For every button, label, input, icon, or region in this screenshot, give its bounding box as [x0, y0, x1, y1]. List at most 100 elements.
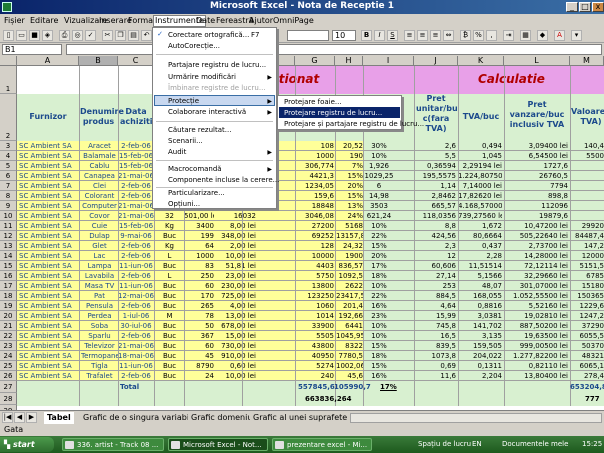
toolbar-options-icon[interactable]: ▾ [571, 30, 582, 41]
col-header-m[interactable]: M [570, 56, 604, 66]
tray-documents[interactable]: Documentele mele [502, 440, 568, 448]
open-icon[interactable]: ▭ [16, 30, 27, 41]
row-header[interactable]: 12 [0, 231, 17, 241]
row-header[interactable]: 21 [0, 321, 17, 331]
row-header[interactable]: 10 [0, 211, 17, 221]
menu-omnipage[interactable]: OmniPage [273, 16, 314, 25]
undo-icon[interactable]: ↶ [141, 30, 152, 41]
currency-icon[interactable]: ₿ [460, 30, 471, 41]
menu-item-spelling[interactable]: Corectare ortografică... [168, 30, 249, 40]
row-header[interactable]: 17 [0, 281, 17, 291]
task-powerpoint[interactable]: prezentare excel - Mi... [272, 438, 372, 451]
row-header[interactable]: 27 [0, 381, 17, 393]
align-left-icon[interactable]: ≡ [404, 30, 415, 41]
menu-item-protection[interactable]: Protecție [168, 96, 199, 106]
row-header[interactable]: 19 [0, 301, 17, 311]
prev-sheet-icon[interactable]: ◀ [14, 412, 25, 423]
row-header[interactable]: 18 [0, 291, 17, 301]
font-name-select[interactable] [287, 30, 329, 41]
horizontal-scrollbar[interactable] [350, 413, 602, 423]
first-sheet-icon[interactable]: |◀ [2, 412, 13, 423]
minimize-button[interactable]: _ [566, 2, 578, 12]
indent-icon[interactable]: ⇥ [503, 30, 514, 41]
menu-format[interactable]: Format [128, 16, 156, 25]
close-button[interactable]: x [592, 2, 604, 12]
row-header[interactable]: 11 [0, 221, 17, 231]
cut-icon[interactable]: ✂ [102, 30, 113, 41]
row-header[interactable]: 1 [0, 66, 17, 94]
tray-language[interactable]: EN [472, 440, 482, 448]
underline-button[interactable]: S [387, 30, 398, 41]
menu-item-track-changes[interactable]: Urmărire modificări [168, 72, 236, 82]
row-header[interactable]: 14 [0, 251, 17, 261]
menu-item-macro[interactable]: Macrocomandă [168, 164, 222, 174]
select-all-corner[interactable] [0, 56, 17, 66]
submenu-protect-sheet[interactable]: Protejare foaie... [284, 97, 342, 107]
col-header-c[interactable]: C [118, 56, 154, 66]
row-header[interactable]: 4 [0, 151, 17, 161]
col-header-i[interactable]: I [363, 56, 414, 66]
row-header[interactable]: 23 [0, 341, 17, 351]
row-header[interactable]: 3 [0, 141, 17, 151]
menu-item-autocorrect[interactable]: AutoCorecție... [168, 41, 220, 51]
menu-file[interactable]: Fișier [4, 16, 25, 25]
paste-icon[interactable]: ▤ [128, 30, 139, 41]
row-header[interactable]: 9 [0, 201, 17, 211]
menu-item-audit[interactable]: Audit [168, 147, 186, 157]
menu-item-share[interactable]: Partajare registru de lucru... [168, 60, 266, 70]
spelling-icon[interactable]: ✓ [85, 30, 96, 41]
row-header[interactable]: 5 [0, 161, 17, 171]
percent-icon[interactable]: % [473, 30, 484, 41]
col-header-l[interactable]: L [504, 56, 570, 66]
col-header-a[interactable]: A [17, 56, 79, 66]
borders-icon[interactable]: ▦ [520, 30, 531, 41]
menu-item-goal-seek[interactable]: Căutare rezultat... [168, 125, 231, 135]
tray-workspace[interactable]: Spațiu de lucru [418, 440, 471, 448]
row-header[interactable]: 25 [0, 361, 17, 371]
menu-item-merge-workbooks[interactable]: Îmbinare registre de lucru... [168, 83, 266, 93]
next-sheet-icon[interactable]: ▶ [26, 412, 37, 423]
row-header[interactable]: 2 [0, 94, 17, 141]
col-header-g[interactable]: G [295, 56, 335, 66]
col-header-j[interactable]: J [414, 56, 458, 66]
menu-window[interactable]: Fereastră [216, 16, 254, 25]
bold-button[interactable]: B [361, 30, 372, 41]
font-color-icon[interactable]: A [554, 30, 565, 41]
row-header[interactable]: 28 [0, 393, 17, 405]
task-excel[interactable]: Microsoft Excel - Not... [168, 438, 268, 451]
row-header[interactable]: 26 [0, 371, 17, 381]
menu-help[interactable]: Ajutor [249, 16, 273, 25]
tab-grafic-variabila[interactable]: Grafic de o singura variabila [80, 412, 200, 424]
menu-item-collaboration[interactable]: Colaborare interactivă [168, 107, 246, 117]
task-winamp[interactable]: 336. artist - Track 08 ... [62, 438, 164, 451]
row-header[interactable]: 13 [0, 241, 17, 251]
font-size-select[interactable]: 10 [332, 30, 356, 41]
row-header[interactable]: 7 [0, 181, 17, 191]
italic-button[interactable]: I [374, 30, 385, 41]
align-center-icon[interactable]: ≡ [417, 30, 428, 41]
menu-insert[interactable]: Inserare [99, 16, 132, 25]
col-header-h[interactable]: H [335, 56, 363, 66]
permission-icon[interactable]: ◈ [42, 30, 53, 41]
merge-center-icon[interactable]: ⇔ [443, 30, 454, 41]
row-header[interactable]: 15 [0, 261, 17, 271]
row-header[interactable]: 20 [0, 311, 17, 321]
submenu-protect-workbook[interactable]: Protejare registru de lucru... [284, 108, 382, 118]
preview-icon[interactable]: ◎ [72, 30, 83, 41]
save-icon[interactable]: ■ [29, 30, 40, 41]
print-icon[interactable]: ⎙ [59, 30, 70, 41]
row-header[interactable]: 8 [0, 191, 17, 201]
comma-icon[interactable]: , [486, 30, 497, 41]
maximize-button[interactable]: □ [579, 2, 591, 12]
row-header[interactable]: 16 [0, 271, 17, 281]
tab-tabel[interactable]: Tabel [44, 412, 74, 424]
menu-item-customize[interactable]: Particularizare... [168, 188, 225, 198]
row-header[interactable]: 6 [0, 171, 17, 181]
fill-color-icon[interactable]: ◆ [537, 30, 548, 41]
menu-item-addins[interactable]: Componente incluse la cerere... [168, 175, 279, 185]
col-header-b[interactable]: B [79, 56, 118, 66]
formula-input[interactable] [66, 44, 602, 55]
copy-icon[interactable]: ❐ [115, 30, 126, 41]
tab-grafic-suprafete[interactable]: Grafic al unei suprafete [250, 412, 351, 424]
submenu-protect-share[interactable]: Protejare și partajare registru de lucru… [284, 119, 424, 129]
